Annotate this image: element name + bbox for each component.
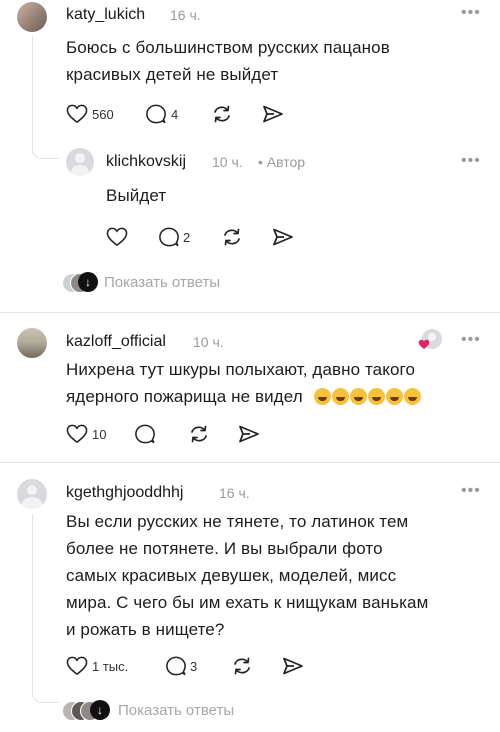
thread-curve — [32, 146, 59, 159]
comment-line: мира. С чего бы им ехать к нищукам ваньк… — [66, 593, 429, 612]
divider — [0, 312, 500, 313]
repost-icon — [191, 425, 207, 443]
show-replies-label: Показать ответы — [104, 273, 221, 291]
like-count: 10 — [92, 426, 107, 442]
comment-line: Вы если русских не тянете, то латинок те… — [66, 512, 409, 531]
chevron-down-icon: ↓ — [78, 272, 98, 292]
laughing-emoji-icon — [385, 388, 403, 405]
comment-icon — [146, 104, 166, 124]
comment-text: Боюсь с большинством русских пацанов кра… — [66, 34, 486, 88]
divider — [0, 462, 500, 463]
thread-line — [32, 514, 33, 690]
comment-text: Вы если русских не тянете, то латинок те… — [66, 508, 491, 643]
like-button[interactable] — [106, 227, 128, 247]
more-icon[interactable]: ••• — [461, 482, 481, 500]
share-icon — [239, 425, 259, 443]
comment-line: Нихрена тут шкуры полыхают, давно такого — [66, 360, 416, 379]
comment-icon — [135, 424, 155, 444]
heart-icon — [66, 104, 88, 124]
repost-button[interactable] — [230, 656, 254, 676]
author-liked-icon — [418, 329, 444, 351]
show-replies[interactable]: ↓ Показать ответы — [62, 700, 235, 721]
share-icon — [263, 105, 283, 123]
like-count: 1 тыс. — [92, 658, 129, 674]
comment-icon — [159, 227, 179, 247]
reply-avatars: ↓ — [62, 700, 110, 721]
show-replies-label: Показать ответы — [118, 701, 235, 719]
repost-icon — [224, 228, 240, 246]
avatar[interactable] — [17, 328, 47, 358]
share-button[interactable] — [238, 424, 260, 444]
comment-line: более не потянете. И вы выбрали фото — [66, 539, 383, 558]
avatar[interactable] — [66, 148, 94, 176]
thread-line — [32, 36, 33, 154]
more-icon[interactable]: ••• — [461, 152, 481, 170]
heart-icon — [106, 227, 128, 247]
comment-line-text: ядерного пожарища не видел — [66, 387, 303, 406]
comment-line: Боюсь с большинством русских пацанов — [66, 38, 390, 57]
comment-line: красивых детей не выйдет — [66, 65, 279, 84]
repost-button[interactable] — [210, 104, 234, 124]
repost-button[interactable] — [187, 424, 211, 444]
username[interactable]: katy_lukich — [66, 6, 145, 24]
comment-line: ядерного пожарища не видел — [66, 383, 486, 410]
share-button[interactable] — [262, 104, 284, 124]
like-button[interactable]: 10 — [66, 424, 106, 444]
author-badge: • Автор — [258, 154, 306, 170]
chevron-down-icon: ↓ — [90, 700, 110, 720]
reply-button[interactable]: 4 — [145, 104, 178, 124]
avatar[interactable] — [17, 479, 47, 509]
share-icon — [283, 657, 303, 675]
laughing-emoji-icon — [403, 388, 421, 405]
heart-icon — [66, 424, 88, 444]
like-button[interactable]: 560 — [66, 104, 114, 124]
repost-icon — [214, 105, 230, 123]
timestamp: 10 ч. — [212, 154, 243, 170]
like-button[interactable]: 1 тыс. — [66, 656, 128, 676]
avatar[interactable] — [17, 2, 47, 32]
reply-button[interactable]: 2 — [158, 227, 190, 247]
more-icon[interactable]: ••• — [461, 4, 481, 22]
reply-avatars: ↓ — [62, 272, 98, 293]
more-icon[interactable]: ••• — [461, 331, 481, 349]
reply-count: 4 — [171, 106, 179, 122]
laughing-emoji-icon — [313, 388, 331, 405]
repost-button[interactable] — [220, 227, 244, 247]
timestamp: 16 ч. — [219, 485, 250, 501]
timestamp: 16 ч. — [170, 7, 201, 23]
laughing-emoji-icon — [349, 388, 367, 405]
heart-icon — [66, 656, 88, 676]
laughing-emoji-icon — [367, 388, 385, 405]
share-button[interactable] — [282, 656, 304, 676]
like-count: 560 — [92, 106, 114, 122]
comment-line: и рожать в нищете? — [66, 620, 225, 639]
username[interactable]: klichkovskij — [106, 153, 186, 171]
username[interactable]: kgethghjooddhhj — [66, 484, 183, 502]
reply-button[interactable] — [134, 424, 156, 444]
username[interactable]: kazloff_official — [66, 333, 166, 351]
show-replies[interactable]: ↓ Показать ответы — [62, 272, 221, 293]
share-button[interactable] — [272, 227, 294, 247]
thread-curve — [32, 688, 59, 703]
reply-count: 2 — [183, 229, 191, 245]
comment-text: Нихрена тут шкуры полыхают, давно такого… — [66, 356, 486, 410]
laughing-emoji-icon — [331, 388, 349, 405]
share-icon — [273, 228, 293, 246]
reply-button[interactable]: 3 — [165, 656, 197, 676]
comment-line: Выйдет — [106, 186, 167, 205]
repost-icon — [234, 657, 250, 675]
comment-icon — [166, 656, 186, 676]
comment-line: самых красивых девушек, моделей, мисс — [66, 566, 397, 585]
timestamp: 10 ч. — [193, 334, 224, 350]
comment-text: Выйдет — [106, 182, 166, 209]
reply-count: 3 — [190, 658, 198, 674]
